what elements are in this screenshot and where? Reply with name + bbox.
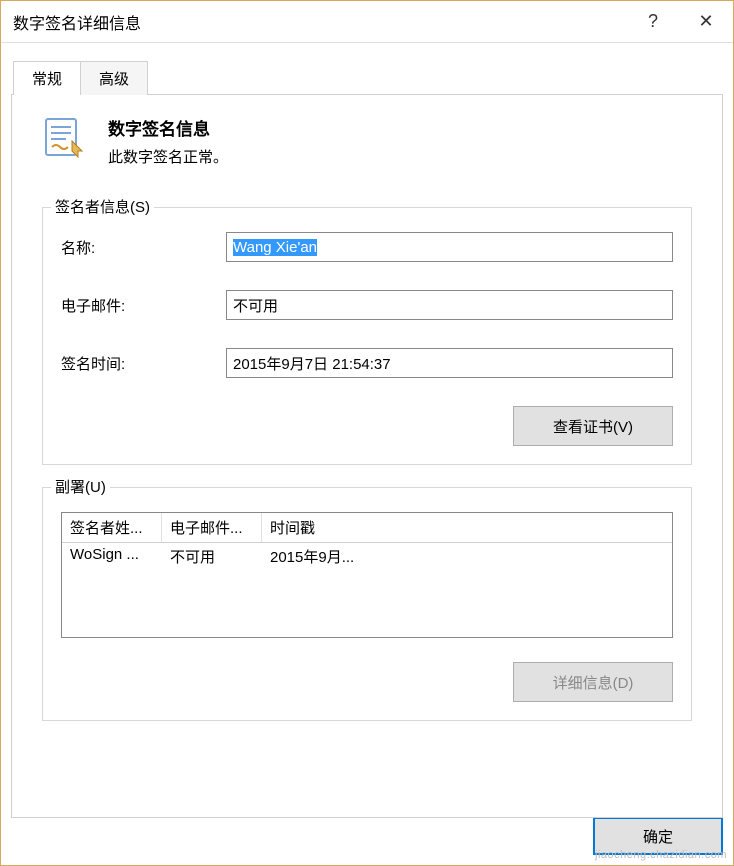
signer-fields: 名称: Wang Xie'an 电子邮件: 不可用 签名时间: 2015年9月7… (61, 232, 673, 378)
window-title: 数字签名详细信息 (13, 10, 627, 34)
view-cert-row: 查看证书(V) (61, 406, 673, 446)
signer-info-group-title: 签名者信息(S) (51, 196, 154, 217)
dialog-window: 数字签名详细信息 ? ✕ 常规 高级 (0, 0, 734, 866)
signer-info-group: 签名者信息(S) 名称: Wang Xie'an 电子邮件: 不可用 签名时间:… (42, 207, 692, 465)
close-icon: ✕ (698, 11, 713, 32)
tab-general-label: 常规 (32, 71, 62, 88)
email-field[interactable]: 不可用 (226, 290, 673, 320)
ok-button-label: 确定 (643, 826, 673, 847)
signature-header-text: 数字签名信息 此数字签名正常。 (108, 115, 228, 167)
col-signer-name[interactable]: 签名者姓... (62, 513, 162, 542)
ok-button[interactable]: 确定 (593, 817, 723, 855)
details-button-label: 详细信息(D) (553, 672, 634, 693)
certificate-signed-icon (42, 117, 86, 161)
cell-signer-name: WoSign ... (62, 543, 162, 570)
cell-timestamp: 2015年9月... (262, 543, 672, 570)
tab-panel-general: 数字签名信息 此数字签名正常。 签名者信息(S) 名称: Wang Xie'an… (11, 94, 723, 818)
countersign-group: 副署(U) 签名者姓... 电子邮件... 时间戳 WoSign ... 不可用… (42, 487, 692, 721)
tab-strip: 常规 高级 (13, 61, 723, 95)
listview-header: 签名者姓... 电子邮件... 时间戳 (62, 513, 672, 543)
signtime-field[interactable]: 2015年9月7日 21:54:37 (226, 348, 673, 378)
titlebar-buttons: ? ✕ (627, 1, 733, 42)
help-icon: ? (648, 11, 658, 32)
tab-advanced[interactable]: 高级 (80, 61, 148, 95)
details-row: 详细信息(D) (61, 662, 673, 702)
col-email[interactable]: 电子邮件... (162, 513, 262, 542)
close-button[interactable]: ✕ (679, 1, 733, 42)
details-button[interactable]: 详细信息(D) (513, 662, 673, 702)
name-label: 名称: (61, 237, 226, 258)
cell-email: 不可用 (162, 543, 262, 570)
view-certificate-button[interactable]: 查看证书(V) (513, 406, 673, 446)
name-value: Wang Xie'an (233, 239, 317, 256)
tab-advanced-label: 高级 (99, 71, 129, 88)
signature-info-subtitle: 此数字签名正常。 (108, 146, 228, 167)
signtime-value: 2015年9月7日 21:54:37 (233, 353, 391, 374)
signature-header: 数字签名信息 此数字签名正常。 (42, 115, 692, 167)
signtime-label: 签名时间: (61, 353, 226, 374)
email-value: 不可用 (233, 295, 278, 316)
content-area: 常规 高级 数字签名信息 此数字签名正常。 (1, 43, 733, 865)
countersign-group-title: 副署(U) (51, 476, 110, 497)
help-button[interactable]: ? (627, 1, 679, 42)
email-label: 电子邮件: (61, 295, 226, 316)
name-field[interactable]: Wang Xie'an (226, 232, 673, 262)
col-timestamp[interactable]: 时间戳 (262, 513, 672, 542)
table-row[interactable]: WoSign ... 不可用 2015年9月... (62, 543, 672, 570)
titlebar: 数字签名详细信息 ? ✕ (1, 1, 733, 43)
tab-general[interactable]: 常规 (13, 61, 81, 95)
countersign-listview[interactable]: 签名者姓... 电子邮件... 时间戳 WoSign ... 不可用 2015年… (61, 512, 673, 638)
signature-info-title: 数字签名信息 (108, 115, 228, 140)
dialog-footer: 确定 (593, 817, 723, 855)
view-certificate-label: 查看证书(V) (553, 416, 633, 437)
